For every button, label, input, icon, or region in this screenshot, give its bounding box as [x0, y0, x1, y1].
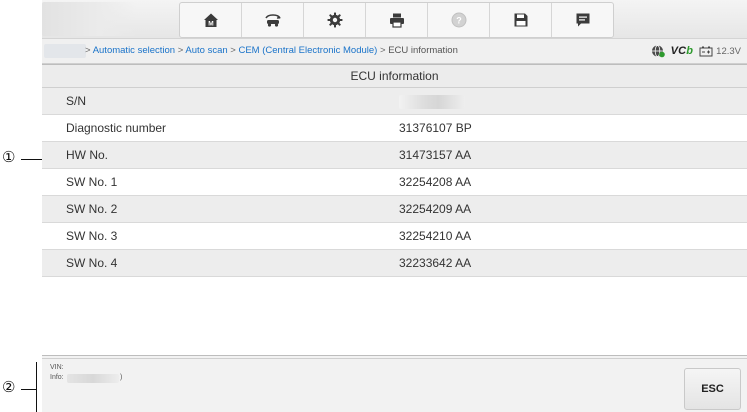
settings-button[interactable]	[304, 3, 366, 37]
home-icon: M	[203, 13, 218, 28]
row-label: Diagnostic number	[66, 121, 167, 135]
svg-text:M: M	[208, 21, 213, 28]
vehicle-swap-icon	[264, 14, 281, 27]
callout-1-leader	[21, 159, 42, 160]
breadcrumb-current: ECU information	[388, 45, 458, 56]
breadcrumb: > Automatic selection > Auto scan > CEM …	[85, 45, 458, 56]
breadcrumb-item-automatic-selection[interactable]: Automatic selection	[93, 45, 175, 56]
print-button[interactable]	[366, 3, 428, 37]
esc-button[interactable]: ESC	[684, 368, 741, 410]
table-row: SW No. 1 32254208 AA	[42, 169, 747, 196]
help-button[interactable]: ?	[428, 3, 490, 37]
row-value: 32233642 AA	[399, 256, 472, 270]
svg-text:?: ?	[456, 16, 462, 26]
ecu-info-panel: ECU information S/N Diagnostic number 31…	[42, 64, 747, 356]
message-icon	[576, 13, 589, 27]
row-value: 31473157 AA	[399, 148, 472, 162]
redacted-info	[67, 374, 119, 383]
app-screen: M ? > Automatic selection > Auto scan > …	[42, 0, 747, 412]
breadcrumb-item-cem[interactable]: CEM (Central Electronic Module)	[238, 45, 377, 56]
save-icon	[514, 13, 527, 27]
callout-2: ②	[2, 378, 16, 396]
table-row: SW No. 2 32254209 AA	[42, 196, 747, 223]
redacted-serial	[399, 94, 465, 109]
info-tail: )	[120, 374, 123, 381]
table-row: SW No. 4 32233642 AA	[42, 250, 747, 277]
row-value: 32254210 AA	[399, 229, 472, 243]
battery-voltage: 12.3V	[716, 45, 741, 57]
battery-status: 12.3V	[699, 46, 741, 57]
breadcrumb-item-auto-scan[interactable]: Auto scan	[185, 45, 227, 56]
globe-icon	[651, 45, 665, 58]
row-label: SW No. 3	[66, 229, 118, 243]
row-value: 32254209 AA	[399, 202, 472, 216]
table-row: SW No. 3 32254210 AA	[42, 223, 747, 250]
brand-logo	[42, 2, 137, 36]
home-button[interactable]: M	[180, 3, 242, 37]
save-button[interactable]	[490, 3, 552, 37]
table-row: Diagnostic number 31376107 BP	[42, 115, 747, 142]
table-row: S/N	[42, 88, 747, 115]
vci-status: VCb	[670, 45, 694, 57]
callout-2-bracket	[36, 362, 37, 412]
row-label: HW No.	[66, 148, 108, 162]
row-label: SW No. 4	[66, 256, 118, 270]
row-label: SW No. 1	[66, 175, 118, 189]
help-icon: ?	[451, 12, 466, 28]
row-label: SW No. 2	[66, 202, 118, 216]
breadcrumb-bar: > Automatic selection > Auto scan > CEM …	[42, 39, 747, 64]
callout-1: ①	[2, 148, 16, 166]
gear-icon	[327, 12, 342, 28]
row-value: 32254208 AA	[399, 175, 472, 189]
data-logging-button[interactable]	[552, 3, 613, 37]
breadcrumb-root	[44, 44, 86, 58]
callout-2-leader	[21, 389, 36, 390]
top-toolbar: M ?	[42, 0, 747, 39]
battery-icon	[699, 46, 713, 56]
info-label: Info:	[50, 374, 64, 381]
row-label: S/N	[66, 94, 87, 108]
panel-title: ECU information	[42, 65, 747, 88]
row-value	[385, 88, 747, 114]
printer-icon	[389, 13, 404, 28]
vehicle-swap-button[interactable]	[242, 3, 304, 37]
table-row: HW No. 31473157 AA	[42, 142, 747, 169]
vin-label: VIN:	[50, 364, 64, 371]
bottom-bar: VIN: Info: ) ESC	[42, 358, 747, 412]
toolbar-button-group: M ?	[179, 2, 614, 38]
status-area: VCb 12.3V	[651, 43, 741, 59]
row-value: 31376107 BP	[399, 121, 472, 135]
